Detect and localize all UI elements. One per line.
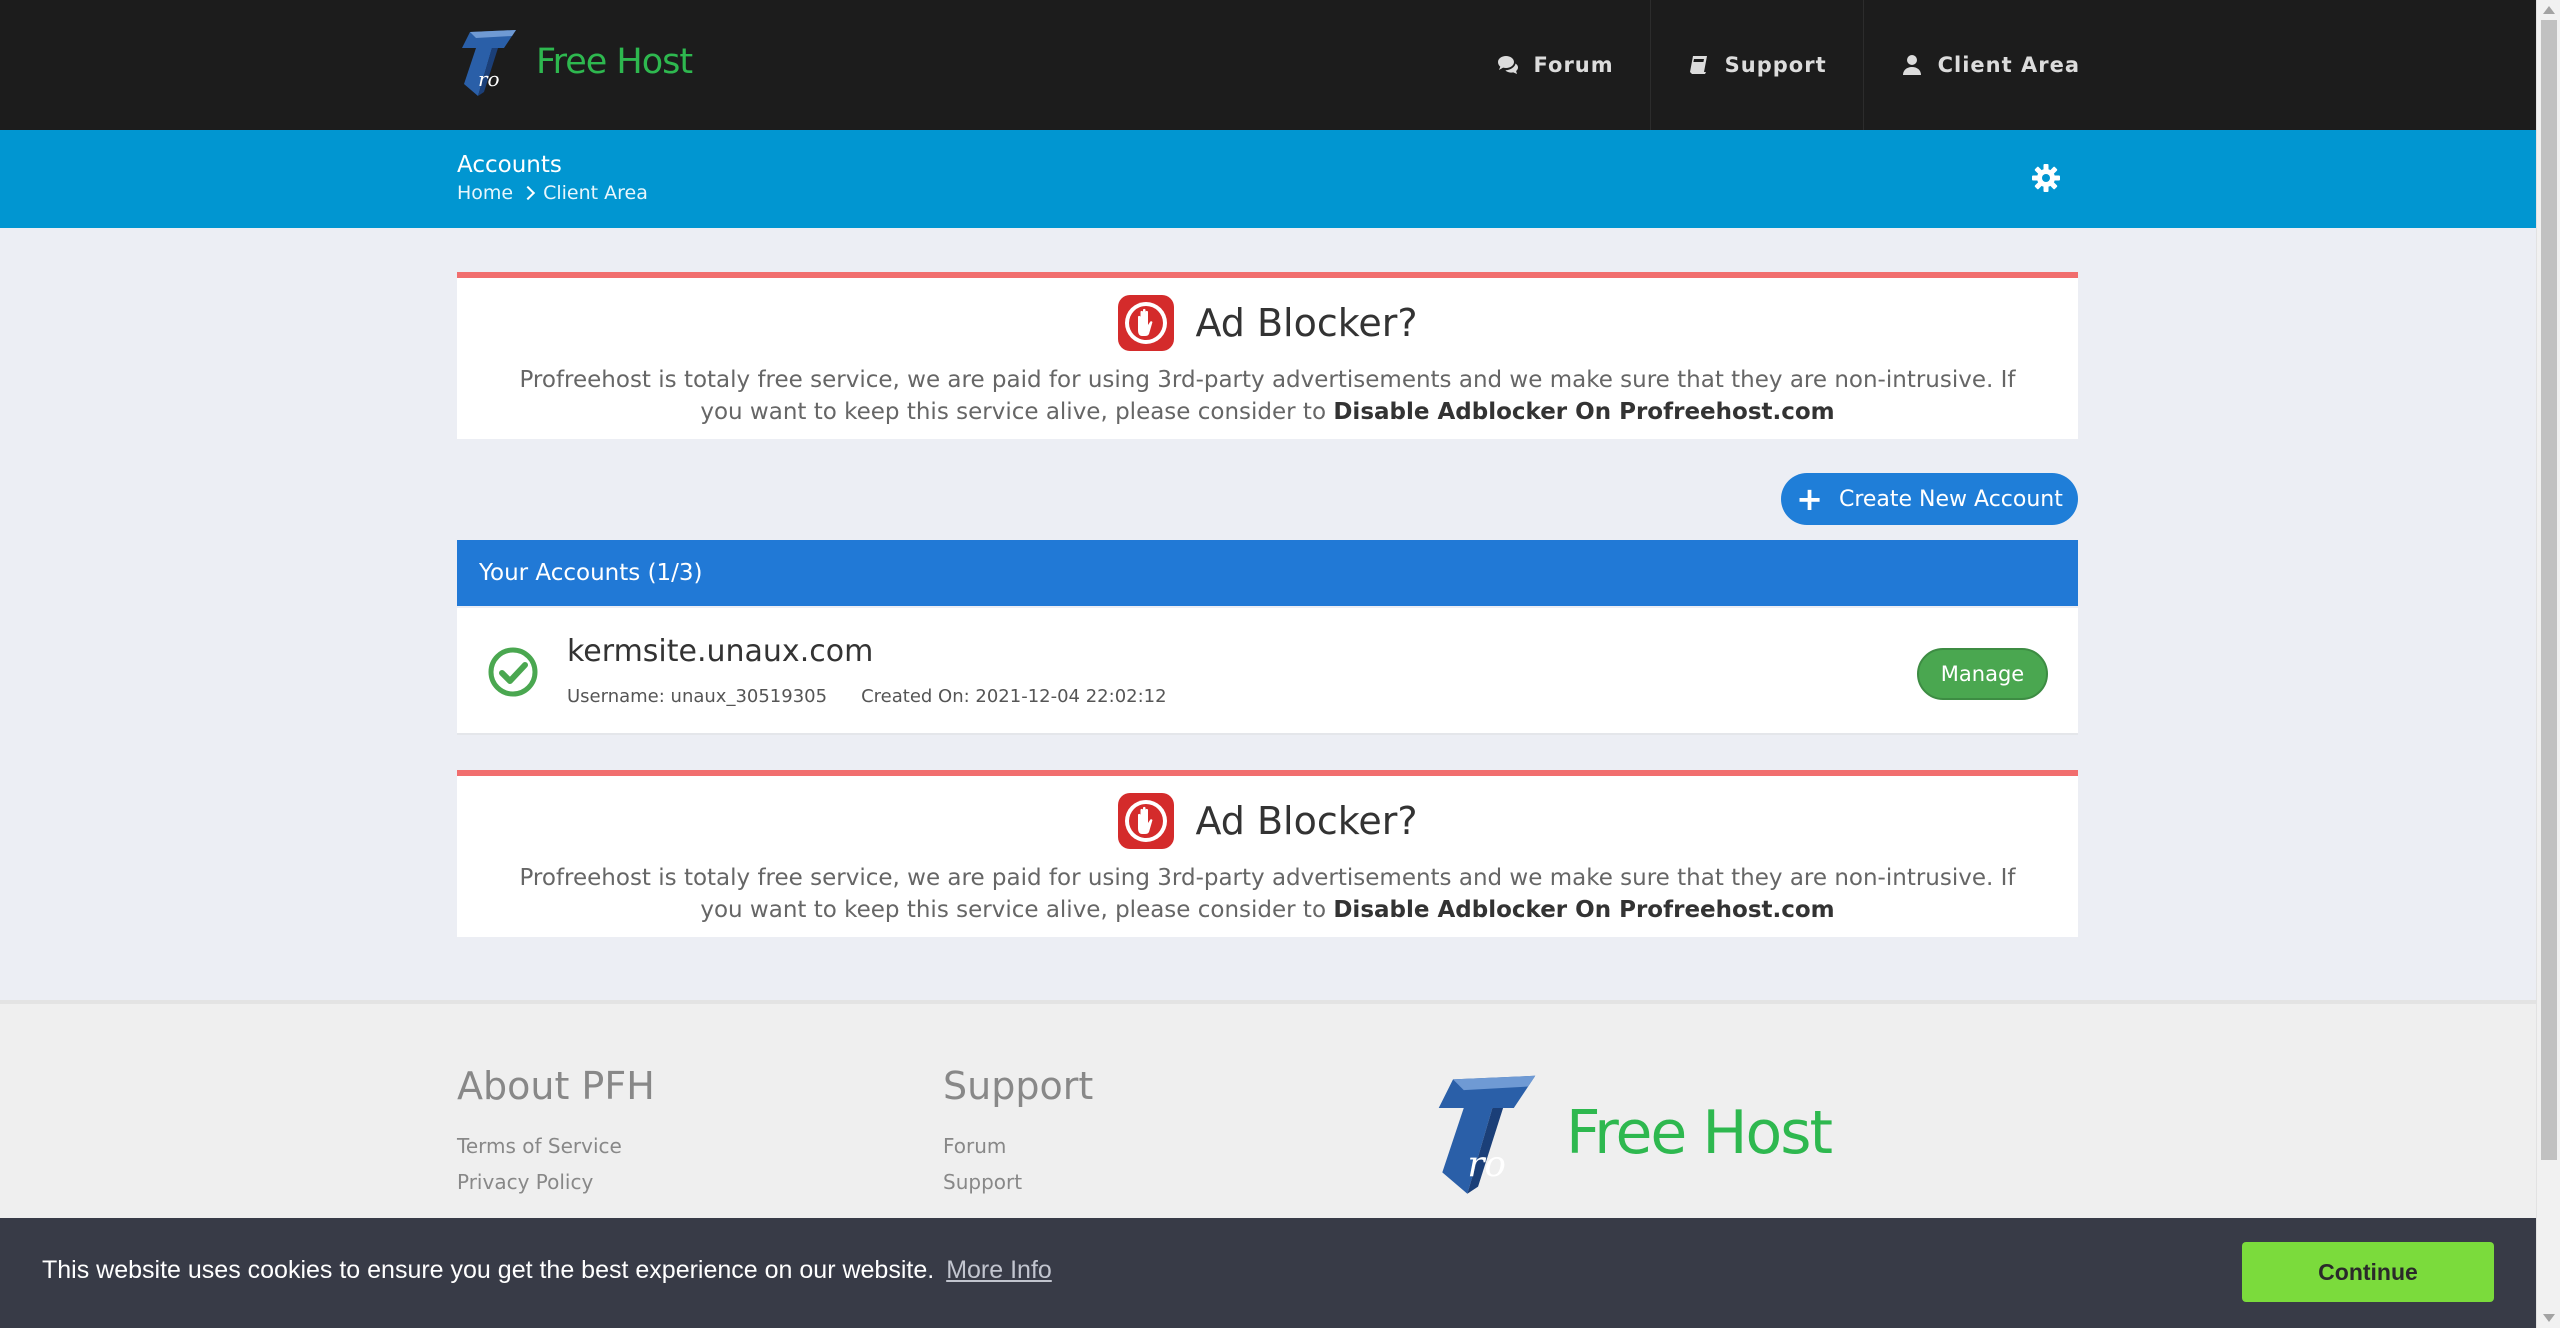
- scrollbar-thumb[interactable]: [2541, 20, 2557, 1160]
- page-header-bar: Accounts Home Client Area: [0, 130, 2536, 228]
- site-logo[interactable]: ro Free Host: [456, 26, 693, 98]
- footer-logo: ro Free Host: [1428, 1068, 1833, 1198]
- adblock-notice-top: Ad Blocker? Profreehost is totaly free s…: [457, 272, 2078, 439]
- top-navbar: ro Free Host Forum Support Client Area: [0, 0, 2536, 130]
- footer-support: Support Forum Support: [943, 1064, 1093, 1200]
- chevron-right-icon: [521, 185, 536, 201]
- comments-icon: [1497, 56, 1518, 74]
- footer-about: About PFH Terms of Service Privacy Polic…: [457, 1064, 655, 1200]
- stop-hand-icon: [1118, 295, 1175, 351]
- manage-label: Manage: [1940, 662, 2025, 686]
- create-new-account-label: Create New Account: [1838, 486, 2063, 512]
- nav-support[interactable]: Support: [1649, 0, 1863, 130]
- footer-brand-name: Free Host: [1566, 1098, 1833, 1168]
- footer-link-support[interactable]: Support: [943, 1164, 1093, 1200]
- account-username: Username: unaux_30519305: [567, 686, 828, 707]
- cookie-message: This website uses cookies to ensure you …: [42, 1256, 1052, 1284]
- breadcrumb: Home Client Area: [457, 182, 648, 204]
- adblock-title: Ad Blocker?: [1195, 301, 1418, 345]
- nav-client-area-label: Client Area: [1937, 53, 2080, 77]
- breadcrumb-home[interactable]: Home: [457, 182, 513, 204]
- nav-forum[interactable]: Forum: [1460, 0, 1650, 130]
- pro-logo-icon: ro: [1438, 1075, 1536, 1194]
- footer-link-privacy[interactable]: Privacy Policy: [457, 1164, 655, 1200]
- adblock-message: Profreehost is totaly free service, we a…: [519, 865, 2016, 923]
- footer-link-terms[interactable]: Terms of Service: [457, 1128, 655, 1164]
- cookie-more-info-link[interactable]: More Info: [946, 1256, 1052, 1284]
- breadcrumb-client-area[interactable]: Client Area: [543, 182, 648, 204]
- scroll-down-icon[interactable]: [2543, 1314, 2555, 1322]
- vertical-scrollbar[interactable]: [2536, 0, 2560, 1328]
- stop-hand-icon: [1118, 793, 1175, 849]
- page-title: Accounts: [457, 152, 562, 178]
- accounts-header-label: Your Accounts (1/3): [479, 560, 703, 586]
- nav-forum-label: Forum: [1533, 53, 1614, 77]
- footer-link-forum[interactable]: Forum: [943, 1128, 1093, 1164]
- manage-button[interactable]: Manage: [1917, 648, 2048, 700]
- user-icon: [1902, 55, 1921, 75]
- main-nav: Forum Support Client Area: [1460, 0, 2080, 130]
- footer-about-title: About PFH: [457, 1064, 655, 1108]
- brand-name: Free Host: [536, 42, 693, 82]
- svg-text:ro: ro: [1467, 1144, 1506, 1185]
- page: ro Free Host Forum Support Client Area A…: [0, 0, 2536, 1328]
- accounts-header: Your Accounts (1/3): [457, 540, 2078, 606]
- account-created: Created On: 2021-12-04 22:02:12: [861, 686, 1167, 707]
- scroll-up-icon[interactable]: [2543, 6, 2555, 14]
- svg-text:ro: ro: [478, 67, 500, 91]
- footer-support-title: Support: [943, 1064, 1094, 1108]
- book-icon: [1689, 56, 1707, 74]
- account-domain: kermsite.unaux.com: [567, 634, 874, 669]
- create-new-account-button[interactable]: + Create New Account: [1781, 473, 2078, 525]
- pro-logo-icon: ro: [462, 30, 516, 96]
- account-row: kermsite.unaux.com Username: unaux_30519…: [457, 608, 2078, 735]
- adblock-title: Ad Blocker?: [1195, 799, 1418, 843]
- cookie-continue-button[interactable]: Continue: [2242, 1242, 2494, 1302]
- check-circle-icon: [488, 647, 538, 697]
- account-meta: Username: unaux_30519305 Created On: 202…: [567, 686, 1167, 707]
- cookie-banner: This website uses cookies to ensure you …: [0, 1218, 2536, 1328]
- nav-support-label: Support: [1724, 53, 1827, 77]
- adblock-notice-bottom: Ad Blocker? Profreehost is totaly free s…: [457, 770, 2078, 937]
- plus-icon: +: [1796, 480, 1823, 518]
- nav-client-area[interactable]: Client Area: [1862, 0, 2080, 130]
- adblock-strong: Disable Adblocker On Profreehost.com: [1333, 399, 1835, 425]
- adblock-message: Profreehost is totaly free service, we a…: [519, 367, 2016, 425]
- gear-icon[interactable]: [2030, 162, 2062, 194]
- adblock-strong: Disable Adblocker On Profreehost.com: [1333, 897, 1835, 923]
